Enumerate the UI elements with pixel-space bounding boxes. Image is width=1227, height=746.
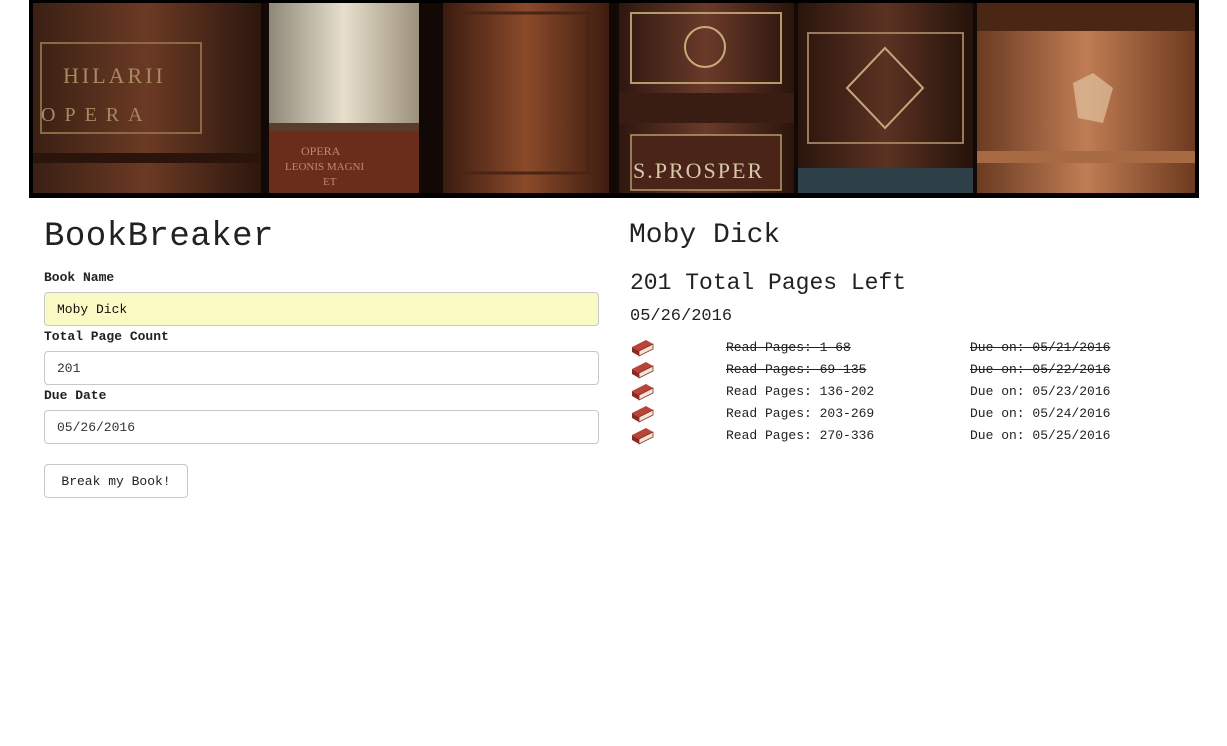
pages-left-text: Total Pages Left xyxy=(685,270,907,296)
reading-schedule: Read Pages: 1-68 Due on: 05/21/2016 Read… xyxy=(629,337,1189,447)
svg-text:HILARII: HILARII xyxy=(63,63,166,88)
schedule-due-date: Due on: 05/24/2016 xyxy=(970,406,1111,421)
book-icon xyxy=(632,362,654,379)
schedule-pages: Read Pages: 270-336 xyxy=(726,428,875,443)
pages-left-count: 201 xyxy=(630,270,672,296)
total-page-count-input[interactable] xyxy=(44,351,599,385)
book-spines-image: HILARII OPERA OPERA LEONIS MAGNI ET S.PR… xyxy=(33,3,1195,193)
total-page-count-label: Total Page Count xyxy=(44,329,169,344)
schedule-pages: Read Pages: 69-135 xyxy=(726,362,867,377)
book-title-heading: Moby Dick xyxy=(629,220,781,251)
schedule-row: Read Pages: 1-68 Due on: 05/21/2016 xyxy=(629,337,1189,359)
schedule-pages: Read Pages: 203-269 xyxy=(726,406,875,421)
app-title: BookBreaker xyxy=(44,218,274,256)
book-icon xyxy=(632,406,654,423)
result-due-date: 05/26/2016 xyxy=(630,307,733,326)
schedule-due-date: Due on: 05/23/2016 xyxy=(970,384,1111,399)
book-name-label: Book Name xyxy=(44,270,115,285)
schedule-row: Read Pages: 270-336 Due on: 05/25/2016 xyxy=(629,425,1189,447)
book-icon xyxy=(632,384,654,401)
due-date-label: Due Date xyxy=(44,388,107,403)
schedule-pages: Read Pages: 1-68 xyxy=(726,340,851,355)
schedule-pages: Read Pages: 136-202 xyxy=(726,384,875,399)
svg-text:LEONIS MAGNI: LEONIS MAGNI xyxy=(285,161,364,173)
header-banner-image: HILARII OPERA OPERA LEONIS MAGNI ET S.PR… xyxy=(29,0,1199,198)
pages-left-heading: 201 Total Pages Left xyxy=(630,270,906,296)
schedule-row: Read Pages: 69-135 Due on: 05/22/2016 xyxy=(629,359,1189,381)
svg-text:OPERA: OPERA xyxy=(41,104,152,126)
schedule-row: Read Pages: 203-269 Due on: 05/24/2016 xyxy=(629,403,1189,425)
book-icon xyxy=(632,428,654,445)
book-icon xyxy=(632,340,654,357)
schedule-due-date: Due on: 05/21/2016 xyxy=(970,340,1111,355)
schedule-due-date: Due on: 05/22/2016 xyxy=(970,362,1111,377)
due-date-input[interactable] xyxy=(44,410,599,444)
svg-text:ET: ET xyxy=(323,176,337,188)
break-my-book-button[interactable]: Break my Book! xyxy=(44,464,188,498)
svg-text:OPERA: OPERA xyxy=(301,144,341,158)
schedule-row: Read Pages: 136-202 Due on: 05/23/2016 xyxy=(629,381,1189,403)
book-name-input[interactable] xyxy=(44,292,599,326)
svg-text:S.PROSPER: S.PROSPER xyxy=(633,158,764,183)
schedule-due-date: Due on: 05/25/2016 xyxy=(970,428,1111,443)
